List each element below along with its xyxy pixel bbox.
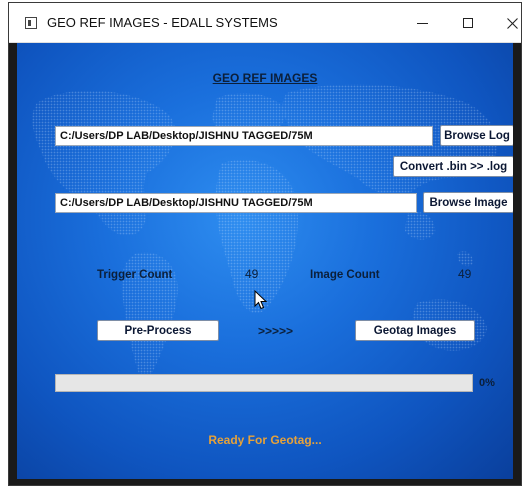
trigger-count-label: Trigger Count: [97, 269, 173, 281]
process-arrows: >>>>>: [258, 324, 294, 338]
pre-process-button[interactable]: Pre-Process: [97, 320, 219, 341]
minimize-button[interactable]: [399, 3, 445, 43]
browse-image-button[interactable]: Browse Image: [423, 192, 513, 213]
app-window-icon: [25, 17, 37, 29]
close-button[interactable]: [489, 3, 521, 43]
image-count-value: 49: [458, 267, 472, 281]
mouse-pointer-icon: [254, 290, 268, 310]
page-heading: GEO REF IMAGES: [212, 71, 318, 85]
image-count-label: Image Count: [310, 269, 380, 281]
maximize-button[interactable]: [445, 3, 491, 43]
browse-log-button[interactable]: Browse Log: [440, 125, 513, 146]
maximize-icon: [463, 18, 473, 28]
progress-percent: 0%: [479, 377, 495, 389]
close-icon: [506, 17, 518, 29]
convert-bin-log-button[interactable]: Convert .bin >> .log: [393, 156, 513, 177]
image-path-field[interactable]: C:/Users/DP LAB/Desktop/JISHNU TAGGED/75…: [55, 193, 417, 213]
geotag-images-button[interactable]: Geotag Images: [355, 320, 475, 341]
minimize-icon: [416, 22, 428, 24]
window-title: GEO REF IMAGES - EDALL SYSTEMS: [47, 15, 278, 30]
trigger-count-value: 49: [245, 267, 259, 281]
title-bar[interactable]: GEO REF IMAGES - EDALL SYSTEMS: [9, 3, 521, 43]
app-window: GEO REF IMAGES - EDALL SYSTEMS GEO REF I…: [8, 2, 522, 486]
status-message: Ready For Geotag...: [208, 433, 322, 447]
progress-bar: [55, 374, 473, 392]
main-panel: GEO REF IMAGES C:/Users/DP LAB/Desktop/J…: [17, 43, 513, 479]
world-map-background: [32, 84, 498, 388]
log-path-field[interactable]: C:/Users/DP LAB/Desktop/JISHNU TAGGED/75…: [55, 126, 433, 146]
